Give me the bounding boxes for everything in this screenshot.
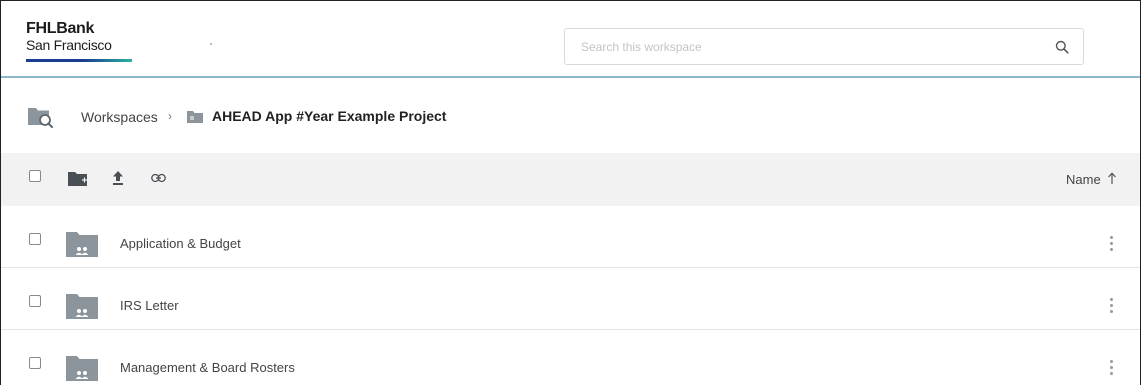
sort-by-name-button[interactable]: Name — [1066, 172, 1101, 187]
shared-folder-icon — [66, 294, 98, 319]
list-item[interactable]: Management & Board Rosters — [1, 331, 1140, 385]
brand-underline — [26, 59, 132, 62]
list-toolbar: Name — [1, 153, 1140, 206]
search-icon[interactable] — [1055, 40, 1069, 54]
header-dot — [210, 43, 212, 45]
search-input[interactable] — [565, 29, 1045, 64]
more-options-icon[interactable] — [1110, 236, 1114, 252]
breadcrumb-separator: › — [168, 109, 172, 123]
brand-name-line2: San Francisco — [26, 37, 112, 53]
workspace-folder-icon — [187, 111, 203, 123]
breadcrumb-current-workspace: AHEAD App #Year Example Project — [212, 108, 447, 124]
breadcrumb: Workspaces › AHEAD App #Year Example Pro… — [1, 80, 1140, 153]
link-icon[interactable] — [151, 173, 166, 183]
more-options-icon[interactable] — [1110, 298, 1114, 314]
row-checkbox[interactable] — [29, 357, 41, 369]
folder-search-icon — [28, 108, 53, 128]
app-window: FHLBank San Francisco Workspaces › AHEAD… — [0, 0, 1141, 385]
upload-icon[interactable] — [112, 170, 124, 185]
item-name[interactable]: Application & Budget — [120, 236, 241, 251]
breadcrumb-workspaces-link[interactable]: Workspaces — [81, 109, 158, 125]
item-name[interactable]: Management & Board Rosters — [120, 360, 295, 375]
brand-logo[interactable]: FHLBank San Francisco — [26, 20, 146, 66]
more-options-icon[interactable] — [1110, 360, 1114, 376]
new-folder-icon[interactable] — [68, 171, 87, 186]
brand-name-line1: FHLBank — [26, 20, 95, 37]
row-checkbox[interactable] — [29, 295, 41, 307]
shared-folder-icon — [66, 356, 98, 381]
top-header: FHLBank San Francisco — [1, 1, 1140, 78]
list-item[interactable]: Application & Budget — [1, 207, 1140, 268]
search-box[interactable] — [564, 28, 1084, 65]
shared-folder-icon — [66, 232, 98, 257]
list-item[interactable]: IRS Letter — [1, 269, 1140, 330]
row-checkbox[interactable] — [29, 233, 41, 245]
sort-ascending-icon[interactable] — [1107, 172, 1117, 184]
item-name[interactable]: IRS Letter — [120, 298, 179, 313]
select-all-checkbox[interactable] — [29, 170, 41, 182]
